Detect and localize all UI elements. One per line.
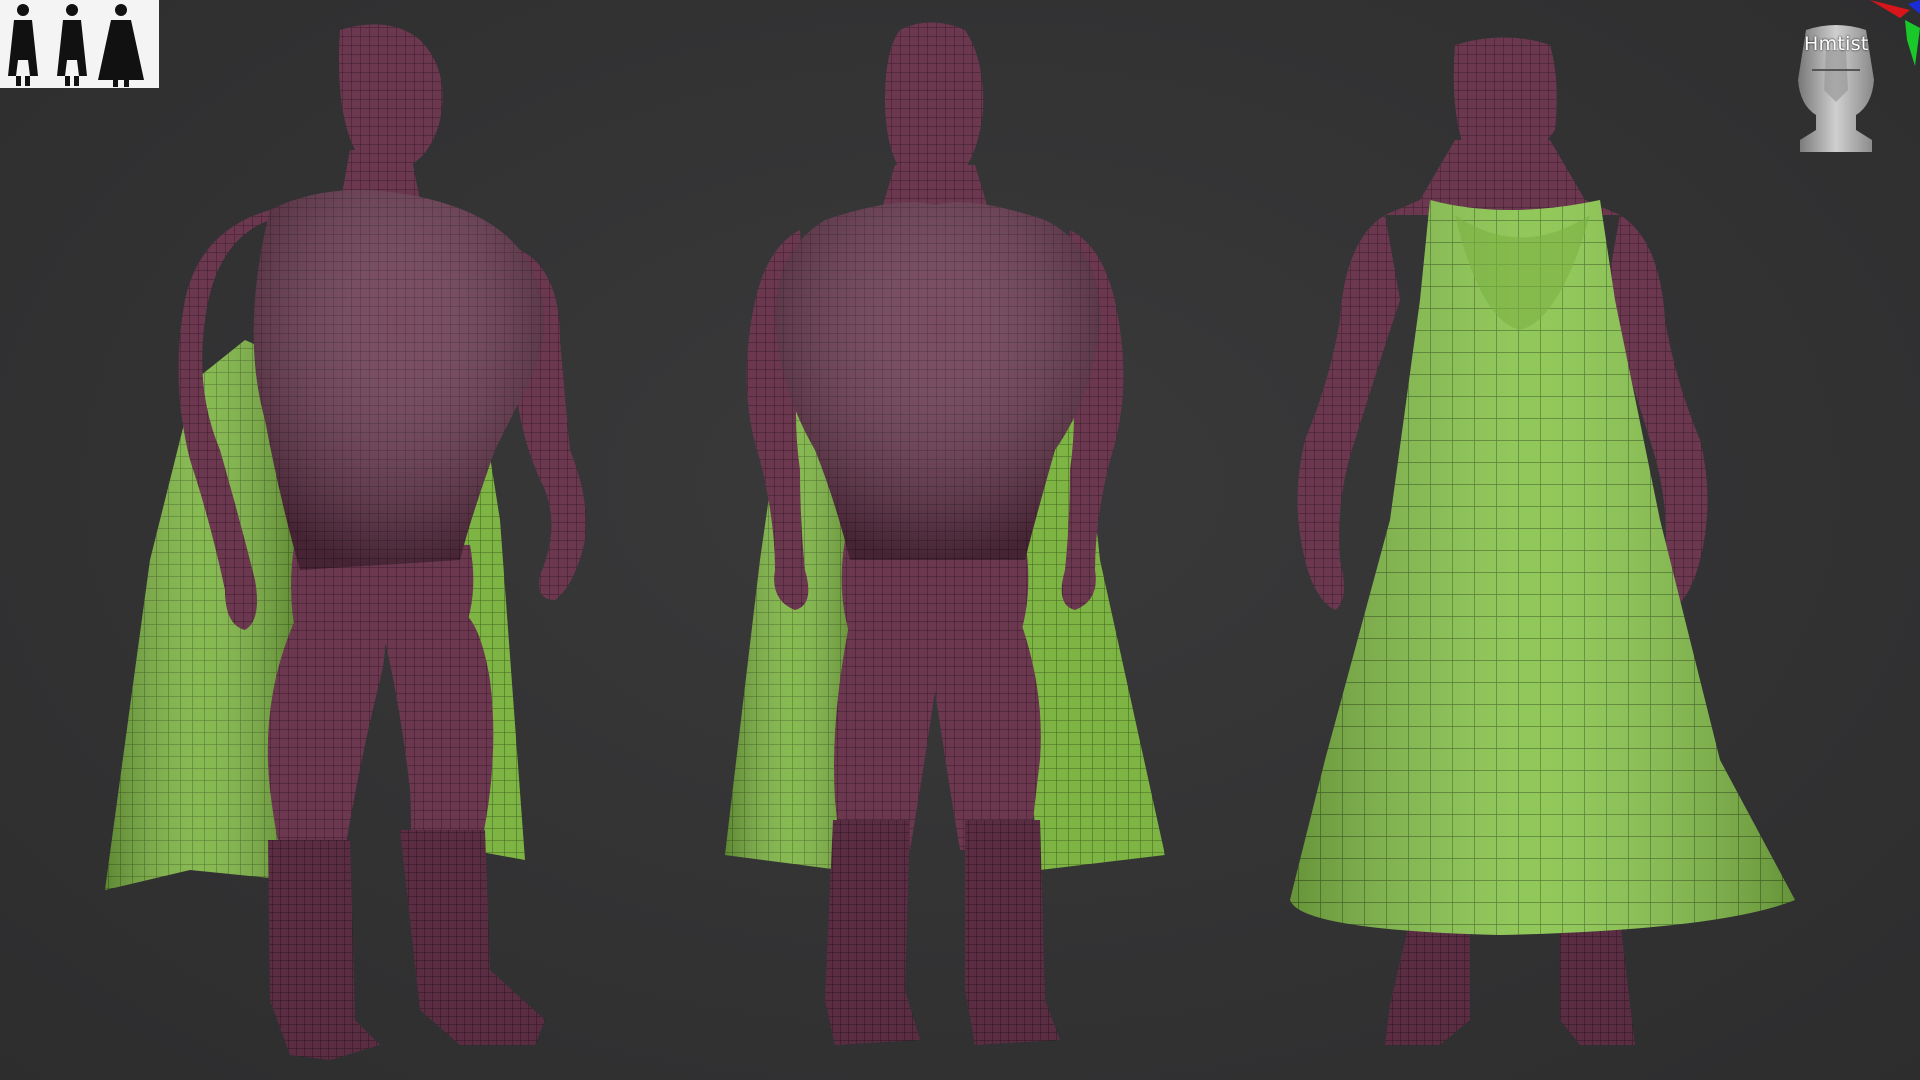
axis-indicator-icon — [1870, 0, 1920, 66]
model-views[interactable] — [0, 0, 1920, 1080]
back-view[interactable] — [1290, 37, 1795, 1046]
zbrush-viewport[interactable]: Hmtist — [0, 0, 1920, 1080]
three-quarter-view[interactable] — [105, 24, 586, 1060]
navigation-cube-label: Hmtist — [1804, 33, 1869, 55]
body-three-quarter — [178, 24, 586, 1060]
front-view[interactable] — [725, 22, 1165, 1046]
